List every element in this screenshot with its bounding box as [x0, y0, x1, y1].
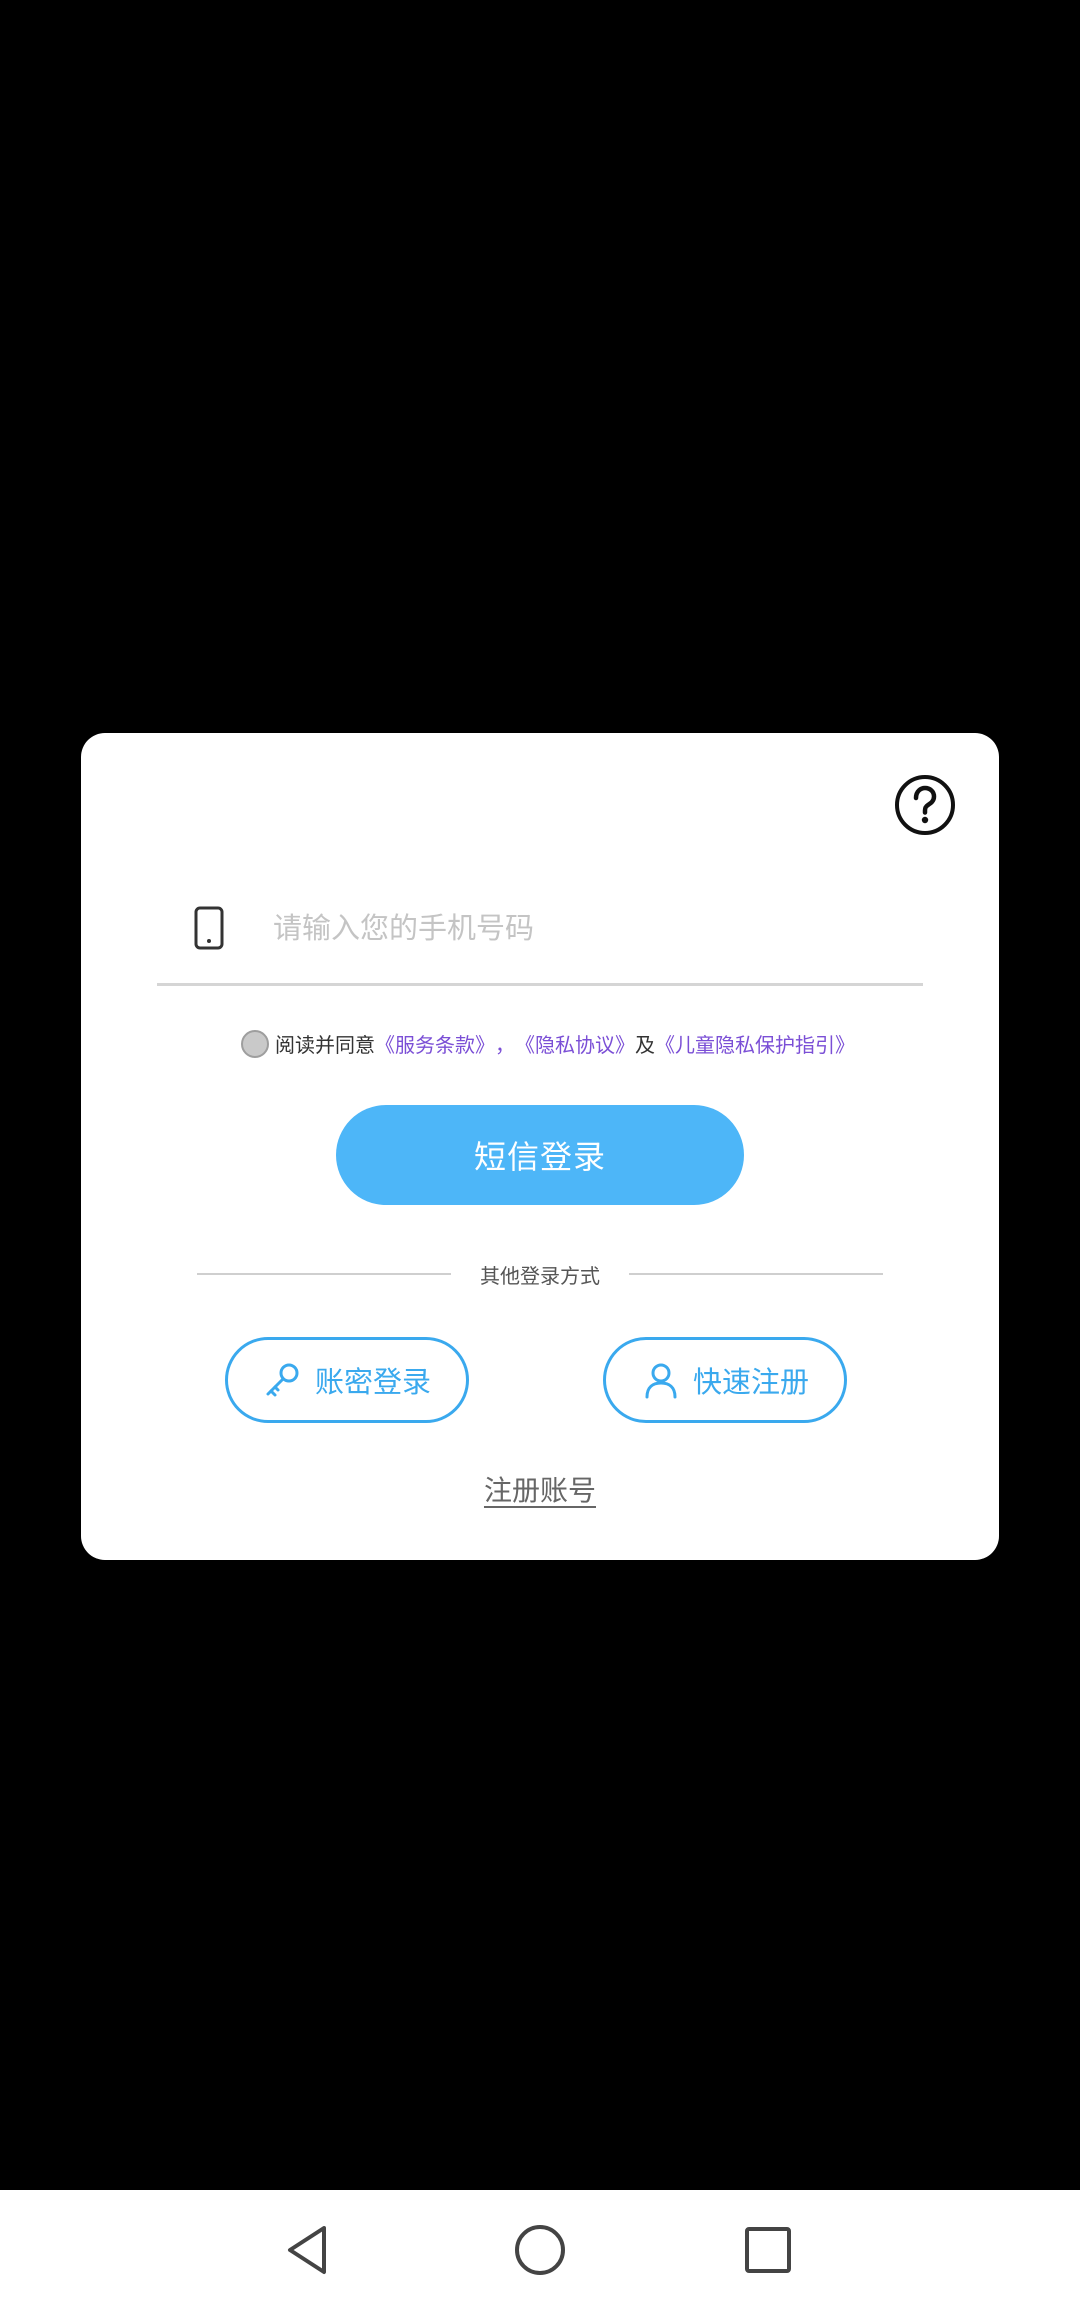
phone-field-row	[157, 883, 923, 973]
phone-input-underline	[157, 983, 923, 986]
register-account-link[interactable]: 注册账号	[81, 1469, 999, 1509]
other-methods-divider: 其他登录方式	[197, 1259, 883, 1289]
nav-home-button[interactable]	[500, 2210, 580, 2290]
quick-register-label: 快速注册	[692, 1365, 809, 1399]
quick-register-button[interactable]: 快速注册	[603, 1337, 847, 1423]
agreement-row: 阅读并同意 《服务条款》 ， 《隐私协议》 及 《儿童隐私保护指引》	[241, 1029, 855, 1058]
child-privacy-link[interactable]: 《儿童隐私保护指引》	[655, 1029, 855, 1058]
phone-icon	[189, 904, 229, 952]
agreement-checkbox[interactable]	[241, 1029, 269, 1058]
account-login-label: 账密登录	[314, 1365, 431, 1399]
divider-line-right	[629, 1273, 883, 1275]
login-dialog: 阅读并同意 《服务条款》 ， 《隐私协议》 及 《儿童隐私保护指引》 短信登录 …	[81, 733, 999, 1560]
question-circle-icon	[895, 775, 955, 835]
sms-login-button[interactable]: 短信登录	[336, 1105, 744, 1205]
agreement-and: 及	[635, 1033, 655, 1057]
back-triangle-icon	[288, 2226, 326, 2274]
phone-input[interactable]	[271, 910, 875, 946]
help-button[interactable]	[893, 773, 957, 837]
key-icon	[263, 1360, 303, 1400]
nav-back-button[interactable]	[268, 2210, 348, 2290]
agreement-comma: ，	[495, 1033, 515, 1057]
terms-link[interactable]: 《服务条款》	[375, 1029, 495, 1058]
home-circle-icon	[515, 2225, 565, 2275]
account-login-button[interactable]: 账密登录	[225, 1337, 469, 1423]
privacy-link[interactable]: 《隐私协议》	[515, 1029, 635, 1058]
recent-square-icon	[745, 2227, 791, 2273]
screen: 阅读并同意 《服务条款》 ， 《隐私协议》 及 《儿童隐私保护指引》 短信登录 …	[0, 0, 1080, 2310]
divider-line-left	[197, 1273, 451, 1275]
nav-recent-button[interactable]	[728, 2210, 808, 2290]
navigation-bar	[0, 2190, 1080, 2310]
agreement-prefix: 阅读并同意	[275, 1033, 375, 1057]
user-icon	[641, 1360, 681, 1400]
other-methods-label: 其他登录方式	[480, 1263, 600, 1288]
